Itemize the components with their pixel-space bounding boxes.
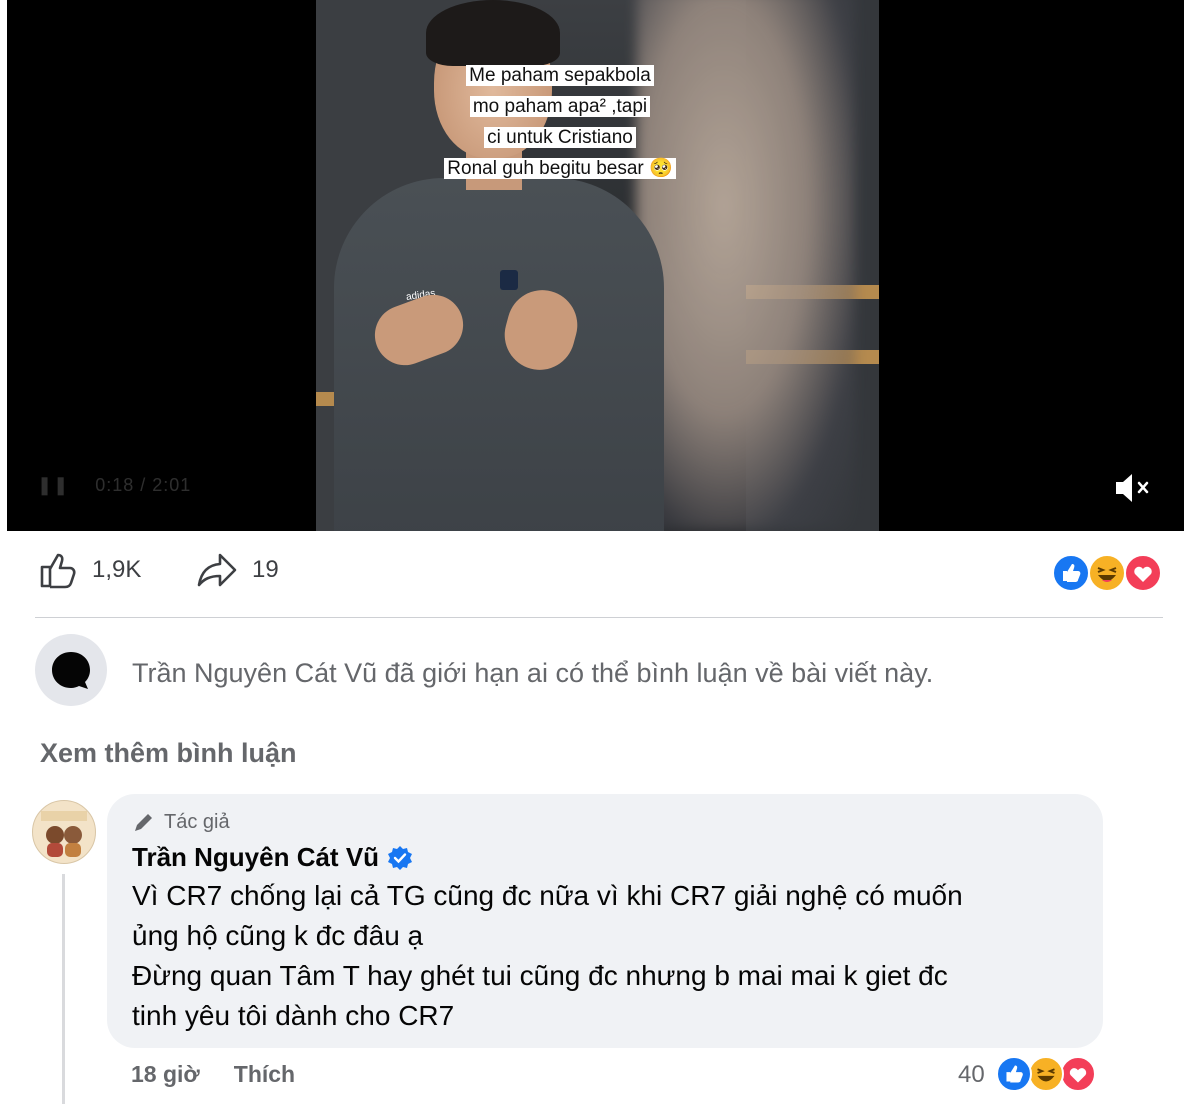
- share-count: 19: [252, 556, 279, 583]
- comment-line: ủng hộ cũng k đc đâu ạ: [132, 920, 424, 951]
- pencil-icon: [135, 814, 152, 831]
- divider: [35, 617, 1163, 618]
- author-name-label[interactable]: Trần Nguyên Cát Vũ: [132, 842, 379, 873]
- thread-line: [62, 874, 65, 1104]
- comment-like-button[interactable]: Thích: [234, 1061, 295, 1088]
- notice-text: Trần Nguyên Cát Vũ đã giới hạn ai có thể…: [132, 658, 934, 688]
- avatar[interactable]: [32, 800, 96, 864]
- caption-line: mo paham apa² ,tapi: [469, 96, 651, 117]
- love-reaction-icon: [1124, 554, 1162, 592]
- comment-line: Vì CR7 chống lại cả TG cũng đc nữa vì kh…: [132, 880, 963, 911]
- comment-bubble: Tác giả Trần Nguyên Cát Vũ Vì CR7 chống …: [107, 794, 1103, 1048]
- video-frame[interactable]: adidas Me paham sepakbola mo paham apa² …: [316, 0, 879, 531]
- comment-restriction-notice: Trần Nguyên Cát Vũ đã giới hạn ai có thể…: [35, 634, 1135, 706]
- like-reaction-icon: [1052, 554, 1090, 592]
- caption-line: Ronal guh begitu besar 🥺: [444, 158, 676, 179]
- video-caption: Me paham sepakbola mo paham apa² ,tapi c…: [400, 60, 720, 184]
- mic-icon: [500, 270, 518, 290]
- like-button[interactable]: 1,9K: [38, 550, 141, 590]
- caption-line: Me paham sepakbola: [466, 65, 654, 86]
- comment-reaction-count: 40: [958, 1061, 985, 1088]
- thumbs-up-icon: [40, 553, 76, 589]
- post-actions: 1,9K 19: [38, 550, 1164, 594]
- comment-line: Đừng quan Tâm T hay ghét tui cũng đc như…: [132, 960, 948, 991]
- share-button[interactable]: 19: [196, 550, 279, 590]
- author-badge-label: Tác giả: [164, 810, 230, 833]
- video-player[interactable]: adidas Me paham sepakbola mo paham apa² …: [7, 0, 1184, 531]
- comment-time[interactable]: 18 giờ: [131, 1061, 200, 1088]
- mute-icon[interactable]: [1112, 470, 1152, 506]
- caption-line: ci untuk Cristiano: [484, 127, 636, 148]
- reaction-summary[interactable]: [1052, 554, 1164, 592]
- pause-icon[interactable]: ❚❚: [37, 475, 69, 495]
- comment-reactions[interactable]: 40: [958, 1056, 1098, 1092]
- haha-reaction-icon: [1028, 1056, 1064, 1092]
- chat-bubble-icon: [35, 634, 107, 706]
- verified-badge-icon: [388, 845, 413, 870]
- video-time: 0:18 / 2:01: [95, 475, 192, 495]
- comment-author[interactable]: Trần Nguyên Cát Vũ: [132, 842, 413, 873]
- love-reaction-icon: [1060, 1056, 1096, 1092]
- player-controls[interactable]: ❚❚ 0:18 / 2:01: [37, 475, 191, 496]
- like-reaction-icon: [996, 1056, 1032, 1092]
- haha-reaction-icon: [1088, 554, 1126, 592]
- comment-text: Vì CR7 chống lại cả TG cũng đc nữa vì kh…: [132, 876, 1082, 1036]
- like-count: 1,9K: [92, 556, 142, 583]
- view-more-comments-link[interactable]: Xem thêm bình luận: [40, 738, 297, 769]
- comment-line: tinh yêu tôi dành cho CR7: [132, 1000, 455, 1031]
- author-badge: Tác giả: [132, 810, 230, 834]
- share-arrow-icon: [197, 553, 237, 587]
- comment-meta: 18 giờ Thích: [131, 1061, 295, 1088]
